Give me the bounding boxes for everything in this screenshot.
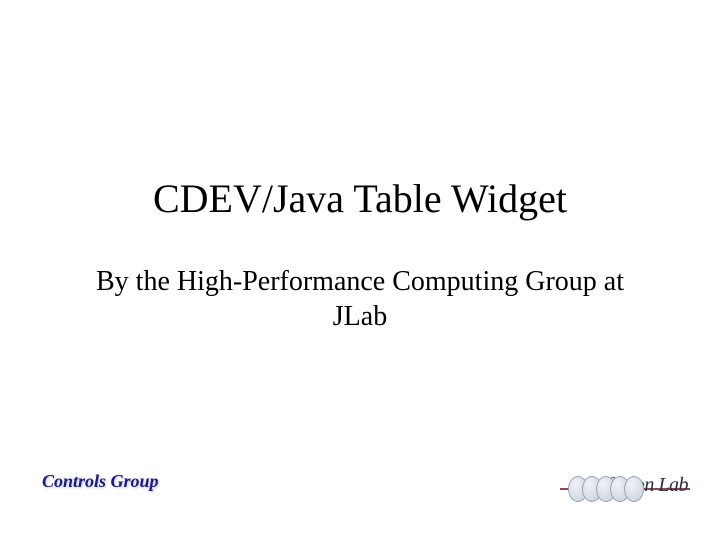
logo-ovals-icon <box>568 476 644 502</box>
footer-left-label: Controls Group <box>42 471 159 492</box>
footer-right-logo: Jefferson Lab <box>550 472 690 506</box>
jefferson-lab-logo: Jefferson Lab <box>550 472 690 506</box>
slide-container: CDEV/Java Table Widget By the High-Perfo… <box>0 0 720 540</box>
slide-subtitle: By the High-Performance Computing Group … <box>80 264 640 334</box>
slide-title: CDEV/Java Table Widget <box>153 175 567 222</box>
